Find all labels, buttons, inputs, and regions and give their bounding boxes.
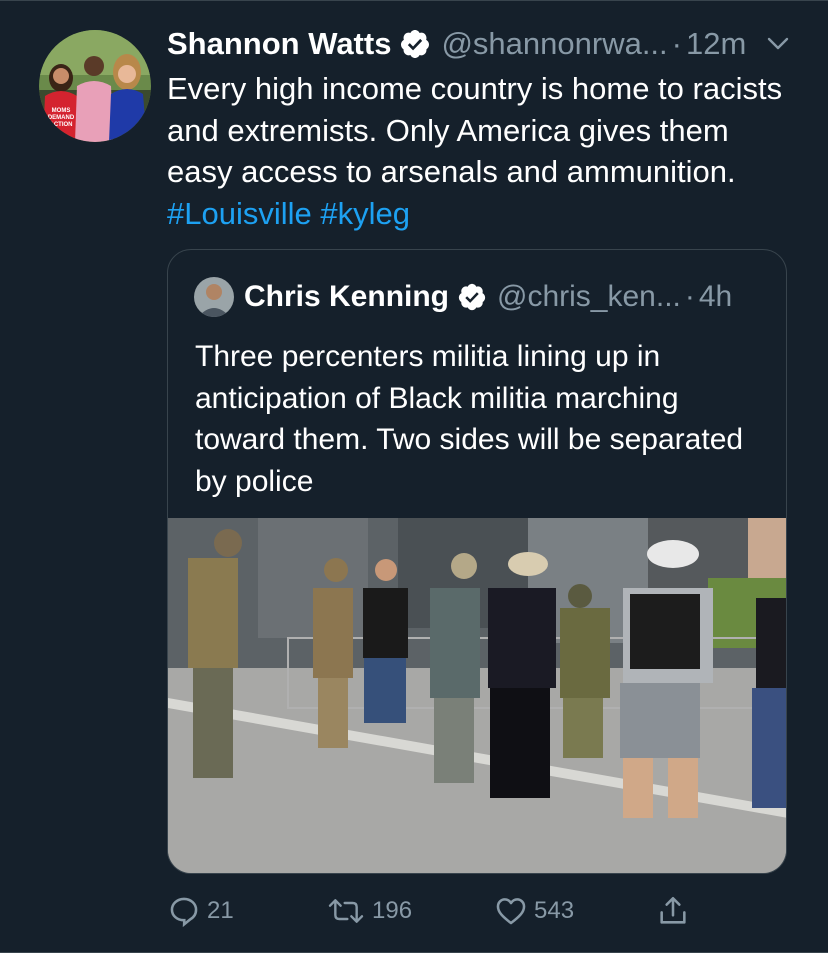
- separator-dot: ·: [684, 280, 695, 313]
- quoted-header: Chris Kenning @chris_ken... · 4h: [244, 279, 732, 315]
- like-button[interactable]: 543: [494, 890, 574, 932]
- quoted-author-avatar: [194, 277, 234, 317]
- retweet-icon: [328, 899, 364, 923]
- svg-text:MOMS: MOMS: [52, 108, 71, 114]
- top-divider: [0, 0, 828, 1]
- quoted-text: Three percenters militia lining up in an…: [195, 340, 744, 498]
- quoted-author-handle: @chris_ken...: [497, 280, 681, 313]
- reply-button[interactable]: 21: [167, 890, 234, 932]
- like-icon: [496, 898, 526, 925]
- share-button[interactable]: [656, 890, 696, 932]
- chevron-down-icon[interactable]: [766, 34, 790, 54]
- retweet-count: 196: [372, 897, 413, 924]
- hashtag-louisville[interactable]: #Louisville: [167, 196, 312, 231]
- svg-text:ACTION: ACTION: [50, 122, 73, 128]
- verified-badge-icon: [457, 282, 487, 312]
- tweet-timestamp[interactable]: 12m: [686, 26, 746, 62]
- quoted-author-name: Chris Kenning: [244, 280, 450, 313]
- retweet-button[interactable]: 196: [326, 890, 412, 932]
- reply-count: 21: [207, 897, 234, 924]
- svg-text:DEMAND: DEMAND: [48, 115, 75, 121]
- quoted-media-image[interactable]: [168, 518, 786, 873]
- quoted-tweet[interactable]: Chris Kenning @chris_ken... · 4h Three p…: [167, 249, 787, 874]
- share-icon: [660, 896, 686, 924]
- separator-dot: ·: [671, 26, 682, 61]
- reply-icon: [170, 897, 198, 928]
- hashtag-kyleg[interactable]: #kyleg: [320, 196, 410, 231]
- tweet-text: Every high income country is home to rac…: [167, 68, 797, 234]
- tweet-header: Shannon Watts @shannonrwa... · 12m: [167, 26, 746, 62]
- author-handle[interactable]: @shannonrwa...: [441, 26, 667, 62]
- tweet-actions: 21 196 543: [0, 890, 828, 932]
- like-count: 543: [534, 897, 575, 924]
- verified-badge-icon: [399, 28, 431, 60]
- author-name[interactable]: Shannon Watts: [167, 26, 391, 62]
- quoted-timestamp: 4h: [698, 280, 733, 313]
- tweet-body: Every high income country is home to rac…: [167, 71, 783, 189]
- author-avatar[interactable]: MOMS DEMAND ACTION: [39, 30, 151, 142]
